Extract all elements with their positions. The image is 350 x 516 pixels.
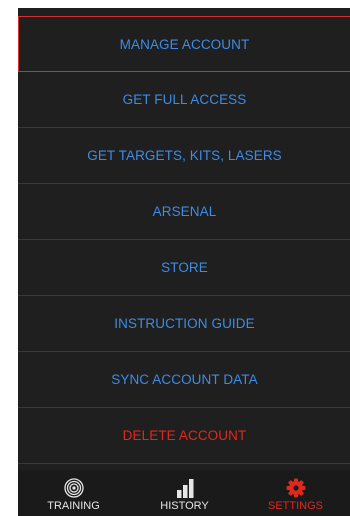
manage-account-button[interactable]: MANAGE ACCOUNT: [18, 16, 350, 72]
instruction-guide-label: INSTRUCTION GUIDE: [114, 316, 255, 331]
bar-chart-icon: [175, 476, 195, 498]
tab-training-label: TRAINING: [47, 500, 100, 512]
delete-account-button[interactable]: DELETE ACCOUNT: [18, 408, 350, 464]
get-targets-kits-lasers-button[interactable]: GET TARGETS, KITS, LASERS: [18, 128, 350, 184]
instruction-guide-button[interactable]: INSTRUCTION GUIDE: [18, 296, 350, 352]
tab-settings-label: SETTINGS: [267, 500, 323, 512]
tab-training[interactable]: TRAINING: [18, 470, 129, 516]
arsenal-button[interactable]: ARSENAL: [18, 184, 350, 240]
get-full-access-button[interactable]: GET FULL ACCESS: [18, 72, 350, 128]
app-screen: MANAGE ACCOUNT GET FULL ACCESS GET TARGE…: [18, 8, 350, 516]
tab-history-label: HISTORY: [160, 500, 209, 512]
store-label: STORE: [161, 260, 208, 275]
get-targets-kits-lasers-label: GET TARGETS, KITS, LASERS: [87, 148, 282, 163]
tab-settings[interactable]: SETTINGS: [240, 470, 350, 516]
tab-history[interactable]: HISTORY: [129, 470, 240, 516]
delete-account-label: DELETE ACCOUNT: [122, 428, 247, 443]
bottom-tab-bar: TRAINING HISTORY SETTINGS: [18, 470, 350, 516]
store-button[interactable]: STORE: [18, 240, 350, 296]
gear-icon: [286, 476, 306, 498]
get-full-access-label: GET FULL ACCESS: [122, 92, 247, 107]
sync-account-data-label: SYNC ACCOUNT DATA: [111, 372, 258, 387]
sync-account-data-button[interactable]: SYNC ACCOUNT DATA: [18, 352, 350, 408]
target-icon: [63, 476, 84, 498]
arsenal-label: ARSENAL: [152, 204, 217, 219]
settings-menu: MANAGE ACCOUNT GET FULL ACCESS GET TARGE…: [18, 16, 350, 464]
manage-account-label: MANAGE ACCOUNT: [119, 36, 250, 52]
